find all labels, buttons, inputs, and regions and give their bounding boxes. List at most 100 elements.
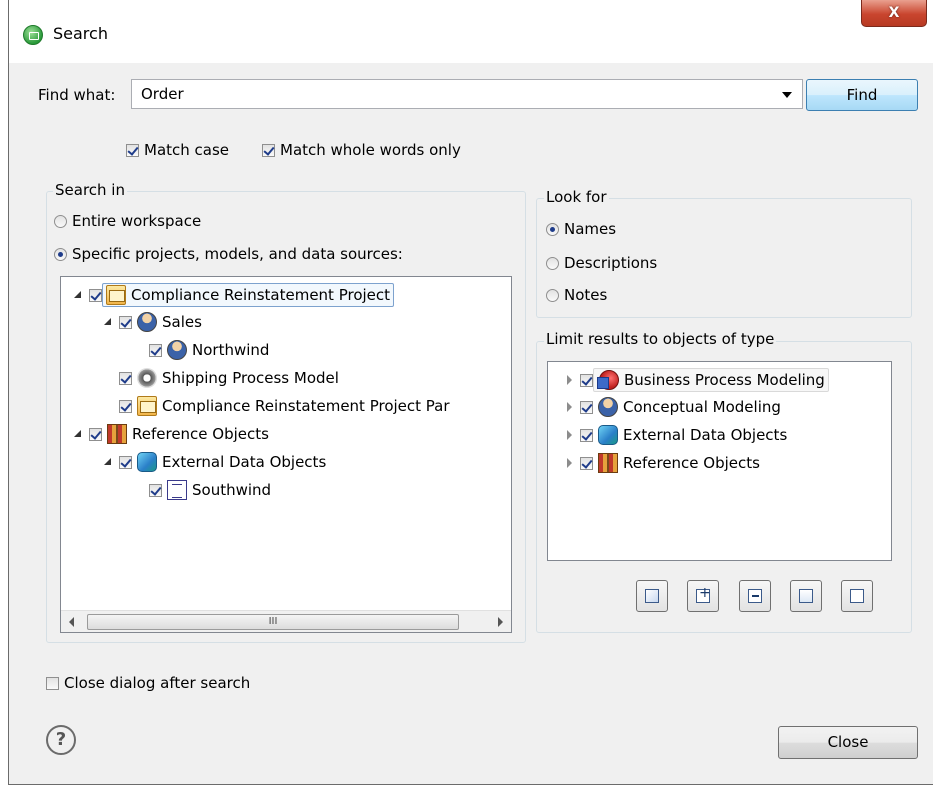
close-after-search-check[interactable]	[46, 676, 59, 690]
object-types-tree[interactable]: Business Process Modeling Conceptual Mod…	[547, 361, 892, 561]
expand-arrow-icon[interactable]	[562, 456, 576, 470]
type-row[interactable]: Business Process Modeling	[562, 367, 829, 393]
type-hover-item[interactable]: Business Process Modeling	[593, 368, 829, 392]
type-checkbox[interactable]	[580, 400, 593, 414]
collapse-arrow-icon[interactable]	[71, 427, 85, 441]
restore-icon	[645, 589, 659, 603]
project-folder-icon	[137, 396, 157, 416]
notes-radio-dot[interactable]	[546, 288, 559, 302]
type-label: Reference Objects	[623, 454, 760, 472]
conceptual-model-icon	[137, 312, 157, 332]
restore-defaults-button[interactable]	[636, 580, 668, 612]
reference-objects-icon	[598, 453, 618, 473]
tree-checkbox[interactable]	[119, 315, 132, 329]
tree-checkbox[interactable]	[119, 455, 132, 469]
tree-checkbox[interactable]	[149, 483, 162, 497]
app-icon	[23, 25, 43, 45]
match-whole-words-check[interactable]	[262, 143, 275, 157]
type-label: Business Process Modeling	[624, 371, 825, 389]
close-button[interactable]: Close	[778, 726, 918, 759]
specific-label: Specific projects, models, and data sour…	[72, 245, 403, 263]
tree-row[interactable]: External Data Objects	[101, 449, 326, 475]
tree-row[interactable]: Compliance Reinstatement Project	[71, 282, 395, 308]
entire-workspace-radio[interactable]: Entire workspace	[54, 212, 201, 230]
expand-arrow-icon[interactable]	[562, 428, 576, 442]
tree-checkbox[interactable]	[119, 371, 132, 385]
find-what-value: Order	[141, 85, 184, 103]
deselect-all-icon	[850, 589, 864, 603]
search-in-title: Search in	[53, 181, 127, 199]
select-all-icon	[799, 589, 813, 603]
match-case-checkbox[interactable]: Match case	[126, 141, 229, 159]
help-icon[interactable]: ?	[46, 725, 76, 755]
type-checkbox[interactable]	[580, 373, 593, 387]
notes-label: Notes	[564, 286, 608, 304]
tree-label: Reference Objects	[132, 425, 269, 443]
tree-label: Southwind	[192, 481, 272, 499]
names-radio-dot[interactable]	[546, 222, 559, 236]
process-model-icon	[137, 368, 157, 388]
collapse-arrow-icon[interactable]	[101, 315, 115, 329]
collapse-all-icon	[748, 589, 762, 603]
descriptions-radio[interactable]: Descriptions	[546, 254, 657, 272]
projects-tree[interactable]: Compliance Reinstatement Project Sales N…	[60, 276, 512, 633]
expand-arrow-icon[interactable]	[562, 373, 576, 387]
tree-row[interactable]: Shipping Process Model	[119, 365, 339, 391]
find-what-combobox[interactable]: Order	[131, 79, 803, 109]
collapse-arrow-icon[interactable]	[71, 288, 85, 302]
conceptual-model-icon	[167, 340, 187, 360]
tree-row[interactable]: Compliance Reinstatement Project Par	[119, 393, 450, 419]
close-after-search-checkbox[interactable]: Close dialog after search	[46, 674, 250, 692]
window-close-button[interactable]: X	[861, 0, 927, 27]
horizontal-scrollbar[interactable]: III	[61, 610, 511, 632]
tree-checkbox[interactable]	[149, 343, 162, 357]
type-label: External Data Objects	[623, 426, 788, 444]
look-for-title: Look for	[544, 188, 609, 206]
tree-row[interactable]: Southwind	[149, 477, 271, 503]
specific-radio[interactable]: Specific projects, models, and data sour…	[54, 245, 403, 263]
names-radio[interactable]: Names	[546, 220, 616, 238]
tree-row[interactable]: Sales	[101, 309, 202, 335]
external-data-icon	[598, 425, 618, 445]
entire-workspace-radio-dot[interactable]	[54, 214, 67, 228]
type-row[interactable]: Conceptual Modeling	[562, 394, 781, 420]
tree-selected-item[interactable]: Compliance Reinstatement Project	[102, 283, 395, 307]
tree-row[interactable]: Reference Objects	[71, 421, 269, 447]
close-after-search-label: Close dialog after search	[64, 674, 251, 692]
tree-row[interactable]: Northwind	[149, 337, 269, 363]
descriptions-radio-dot[interactable]	[546, 256, 559, 270]
select-all-button[interactable]	[790, 580, 822, 612]
tree-checkbox[interactable]	[119, 399, 132, 413]
match-case-check[interactable]	[126, 143, 139, 157]
tree-checkbox[interactable]	[89, 288, 102, 302]
find-button[interactable]: Find	[806, 79, 918, 111]
tree-label: Sales	[162, 313, 202, 331]
tree-label: Compliance Reinstatement Project	[131, 286, 391, 304]
collapse-all-button[interactable]	[739, 580, 771, 612]
entire-workspace-label: Entire workspace	[72, 212, 202, 230]
type-checkbox[interactable]	[580, 428, 593, 442]
collapse-arrow-icon[interactable]	[101, 455, 115, 469]
scroll-left-icon[interactable]	[69, 617, 74, 627]
specific-radio-dot[interactable]	[54, 247, 67, 261]
scroll-right-icon[interactable]	[498, 617, 503, 627]
conceptual-model-icon	[598, 397, 618, 417]
dialog-title: Search	[53, 24, 108, 43]
type-row[interactable]: Reference Objects	[562, 450, 760, 476]
descriptions-label: Descriptions	[564, 254, 658, 272]
deselect-all-button[interactable]	[841, 580, 873, 612]
type-checkbox[interactable]	[580, 456, 593, 470]
match-whole-words-checkbox[interactable]: Match whole words only	[262, 141, 461, 159]
find-what-label: Find what:	[38, 86, 116, 104]
names-label: Names	[564, 220, 617, 238]
scroll-thumb[interactable]: III	[87, 614, 459, 630]
limit-results-title: Limit results to objects of type	[544, 330, 777, 348]
notes-radio[interactable]: Notes	[546, 286, 607, 304]
type-row[interactable]: External Data Objects	[562, 422, 787, 448]
search-dialog: Search X Find what: Order Find Match cas…	[8, 0, 933, 785]
tree-checkbox[interactable]	[89, 427, 102, 441]
dropdown-arrow-icon[interactable]	[782, 92, 792, 98]
external-data-icon	[137, 452, 157, 472]
expand-all-button[interactable]	[687, 580, 719, 612]
expand-arrow-icon[interactable]	[562, 400, 576, 414]
